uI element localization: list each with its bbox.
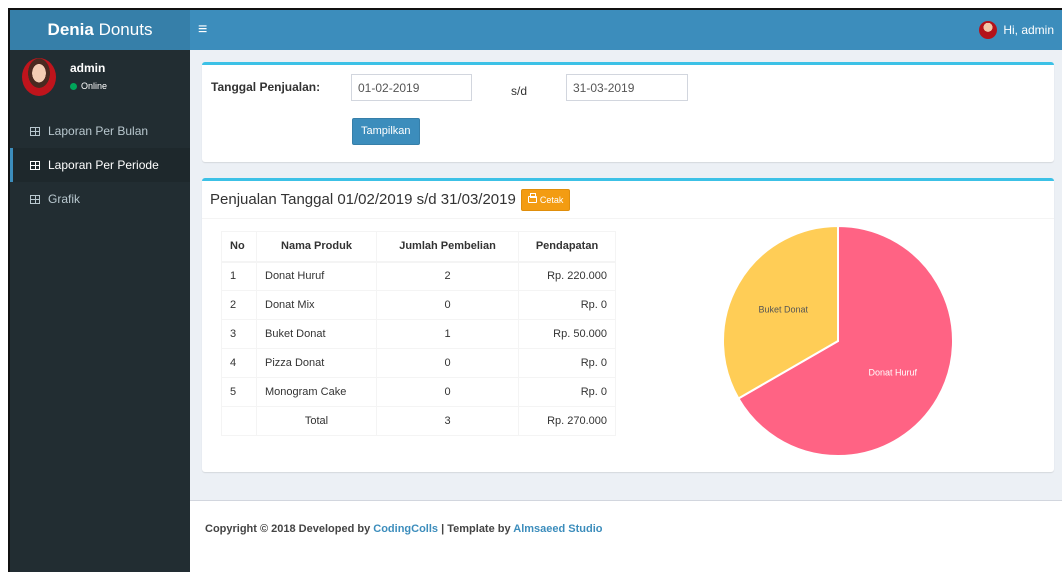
table-row: 5 Monogram Cake 0 Rp. 0	[221, 377, 616, 407]
avatar	[22, 58, 56, 96]
cell-product: Monogram Cake	[256, 377, 377, 407]
cell-quantity: 1	[376, 319, 519, 349]
cell-revenue: Rp. 220.000	[518, 261, 616, 291]
developer-link[interactable]: CodingColls	[373, 523, 438, 535]
sidebar: admin Online Laporan Per Bulan Laporan P…	[10, 50, 190, 572]
pie-label-buket-donat: Buket Donat	[758, 304, 808, 314]
user-avatar-icon	[979, 21, 998, 39]
footer-copyright: Copyright © 2018 Developed by	[205, 523, 374, 535]
table-row: 1 Donat Huruf 2 Rp. 220.000	[221, 261, 616, 291]
sidebar-item-label: Grafik	[48, 192, 81, 206]
table-header-row: No Nama Produk Jumlah Pembelian Pendapat…	[221, 231, 616, 263]
table-icon	[30, 126, 40, 136]
date-from-input[interactable]: 01-02-2019	[351, 74, 472, 101]
cell-quantity: 0	[376, 290, 519, 320]
report-header: Penjualan Tanggal 01/02/2019 s/d 31/03/2…	[202, 181, 1054, 219]
sidebar-toggle-icon[interactable]: ≡	[198, 10, 207, 50]
total-revenue: Rp. 270.000	[518, 406, 616, 436]
filter-label: Tanggal Penjualan:	[211, 80, 321, 94]
sidebar-item-label: Laporan Per Bulan	[48, 124, 149, 138]
column-header-no: No	[221, 231, 257, 263]
table-total-row: Total 3 Rp. 270.000	[221, 406, 616, 436]
app-window: Denia Donuts ≡ Hi, admin admin Online La…	[8, 8, 1062, 572]
template-link[interactable]: Almsaeed Studio	[513, 523, 602, 535]
sidebar-item-label: Laporan Per Periode	[48, 158, 159, 172]
cell-revenue: Rp. 0	[518, 348, 616, 378]
online-status-icon	[70, 82, 77, 90]
date-to-input[interactable]: 31-03-2019	[566, 74, 688, 101]
cell-product: Donat Huruf	[256, 261, 377, 291]
cell-empty	[221, 406, 257, 436]
user-name: admin	[70, 61, 106, 75]
table-row: 4 Pizza Donat 0 Rp. 0	[221, 348, 616, 378]
brand-logo[interactable]: Denia Donuts	[10, 10, 190, 50]
printer-icon	[527, 193, 537, 203]
user-status: Online	[70, 81, 107, 91]
cell-revenue: Rp. 0	[518, 290, 616, 320]
sidebar-item-laporan-per-bulan[interactable]: Laporan Per Bulan	[10, 114, 190, 148]
sidebar-item-grafik[interactable]: Grafik	[10, 182, 190, 216]
sales-table: No Nama Produk Jumlah Pembelian Pendapat…	[221, 231, 616, 436]
cell-quantity: 0	[376, 377, 519, 407]
print-button-label: Cetak	[539, 194, 564, 205]
cell-no: 5	[221, 377, 257, 407]
report-box: Penjualan Tanggal 01/02/2019 s/d 31/03/2…	[202, 178, 1054, 472]
cell-quantity: 2	[376, 261, 519, 291]
column-header-revenue: Pendapatan	[518, 231, 616, 263]
user-panel: admin Online	[10, 50, 190, 114]
total-label: Total	[256, 406, 377, 436]
cell-quantity: 0	[376, 348, 519, 378]
brand-bold: Denia	[47, 20, 94, 39]
table-row: 3 Buket Donat 1 Rp. 50.000	[221, 319, 616, 349]
print-button[interactable]: Cetak	[520, 188, 571, 211]
cell-no: 4	[221, 348, 257, 378]
date-separator: s/d	[511, 84, 528, 98]
cell-product: Buket Donat	[256, 319, 377, 349]
table-icon	[30, 194, 40, 204]
column-header-quantity: Jumlah Pembelian	[376, 231, 519, 263]
cell-revenue: Rp. 50.000	[518, 319, 616, 349]
brand-rest: Donuts	[98, 20, 153, 39]
cell-revenue: Rp. 0	[518, 377, 616, 407]
sidebar-item-laporan-per-periode[interactable]: Laporan Per Periode	[10, 148, 190, 182]
show-button[interactable]: Tampilkan	[352, 118, 420, 145]
pie-label-donat-huruf: Donat Huruf	[869, 368, 918, 378]
status-text: Online	[81, 81, 108, 91]
filter-box: Tanggal Penjualan: 01-02-2019 s/d 31-03-…	[202, 62, 1054, 162]
cell-no: 1	[221, 261, 257, 291]
user-greeting: Hi, admin	[1003, 23, 1054, 37]
footer: Copyright © 2018 Developed by CodingColl…	[190, 500, 1062, 572]
user-menu[interactable]: Hi, admin	[979, 10, 1054, 50]
total-quantity: 3	[376, 406, 519, 436]
table-row: 2 Donat Mix 0 Rp. 0	[221, 290, 616, 320]
cell-product: Pizza Donat	[256, 348, 377, 378]
sales-pie-chart: Donat Huruf Buket Donat	[722, 225, 954, 457]
column-header-product: Nama Produk	[256, 231, 377, 263]
cell-no: 2	[221, 290, 257, 320]
cell-no: 3	[221, 319, 257, 349]
report-title: Penjualan Tanggal 01/02/2019 s/d 31/03/2…	[210, 191, 516, 208]
main-content: Tanggal Penjualan: 01-02-2019 s/d 31-03-…	[190, 50, 1062, 500]
footer-separator: | Template by	[438, 523, 514, 535]
top-navbar: Denia Donuts ≡ Hi, admin	[10, 10, 1062, 50]
cell-product: Donat Mix	[256, 290, 377, 320]
table-icon	[30, 160, 40, 170]
